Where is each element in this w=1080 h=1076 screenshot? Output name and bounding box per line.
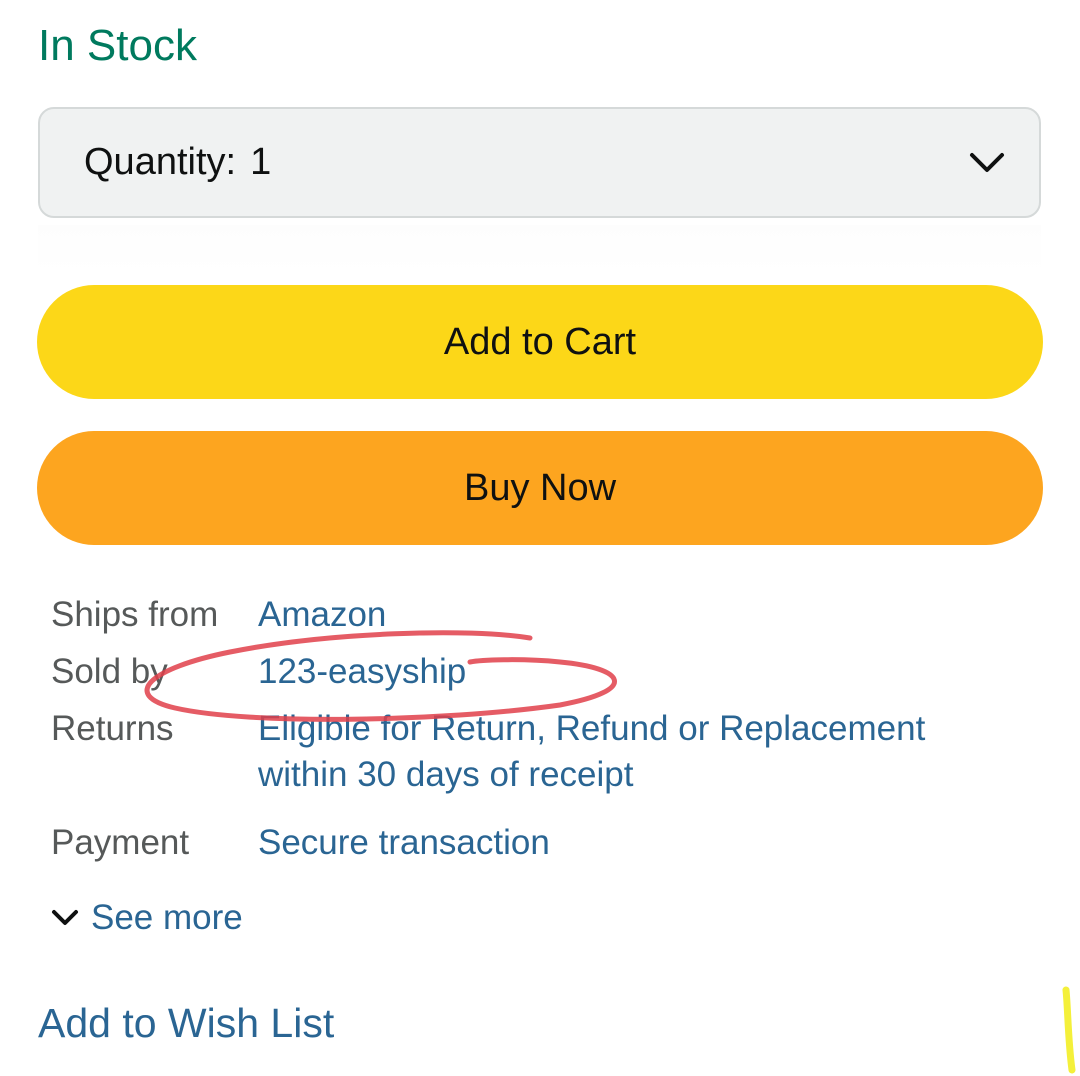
returns-row: Returns Eligible for Return, Refund or R… <box>51 706 1051 798</box>
sold-by-label: Sold by <box>51 652 168 691</box>
add-to-wish-list-link[interactable]: Add to Wish List <box>38 1000 334 1047</box>
ships-from-label: Ships from <box>51 595 219 634</box>
chevron-down-icon <box>52 910 78 925</box>
chevron-down-icon <box>970 152 1004 172</box>
quantity-value: 1 <box>250 141 272 183</box>
payment-label: Payment <box>51 823 190 862</box>
offer-details: Ships from Amazon Sold by 123-easyship R… <box>51 592 1051 877</box>
see-more-label: See more <box>91 898 243 937</box>
returns-link[interactable]: Eligible for Return, Refund or Replaceme… <box>258 706 998 798</box>
sold-by-row: Sold by 123-easyship <box>51 649 1051 695</box>
see-more-toggle[interactable]: See more <box>51 898 243 938</box>
yellow-mark-annotation <box>1062 986 1076 1074</box>
payment-link[interactable]: Secure transaction <box>258 820 550 866</box>
availability-status: In Stock <box>38 21 197 70</box>
quantity-label: Quantity: <box>84 141 237 183</box>
payment-row: Payment Secure transaction <box>51 820 1051 866</box>
buy-now-button[interactable]: Buy Now <box>37 431 1043 545</box>
quantity-dropdown[interactable]: Quantity: 1 <box>38 107 1041 218</box>
add-to-cart-button[interactable]: Add to Cart <box>37 285 1043 399</box>
sold-by-link[interactable]: 123-easyship <box>258 649 466 695</box>
returns-label: Returns <box>51 709 174 748</box>
divider-area <box>38 225 1041 273</box>
ships-from-link[interactable]: Amazon <box>258 592 386 638</box>
ships-from-row: Ships from Amazon <box>51 592 1051 638</box>
